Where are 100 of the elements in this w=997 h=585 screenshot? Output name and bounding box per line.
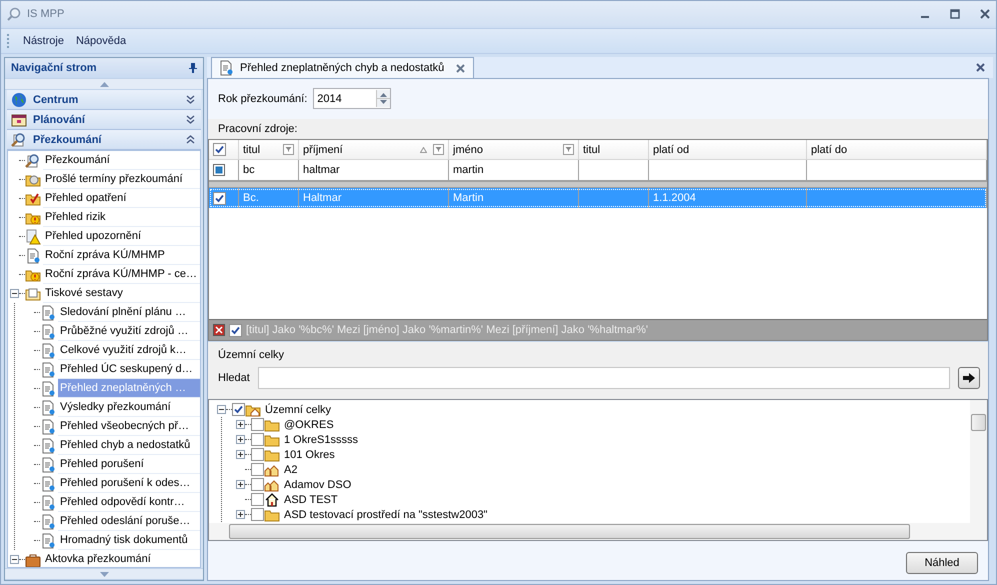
group-header[interactable]: Přezkoumání [7,130,201,150]
vertical-scrollbar[interactable] [970,400,987,523]
column-label[interactable]: platí od [653,144,690,156]
checkbox[interactable] [229,324,242,336]
tree-item[interactable]: ASD testovací prostředí na "sstestw2003" [282,508,490,520]
column-label[interactable]: příjmení [303,144,343,156]
tree-item[interactable]: 101 Okres [282,448,337,460]
filter-icon[interactable] [563,144,574,155]
document-icon [40,304,56,320]
checkbox[interactable] [213,192,226,204]
table-cell: Martin [449,188,579,208]
plus-icon[interactable] [236,435,245,444]
column-label[interactable]: jméno [453,144,483,156]
pin-icon[interactable] [189,63,197,73]
checkbox[interactable] [251,418,264,431]
tree-item[interactable]: Přezkoumání [43,151,200,170]
plus-icon[interactable] [236,420,245,429]
document-icon [25,248,41,264]
group-header[interactable]: Plánování [7,110,201,130]
tree-item[interactable]: Přehled opatření [43,189,200,208]
tree-item[interactable]: Sledování plnění plánu … [58,303,200,322]
tree-item[interactable]: Přehled porušení [58,455,200,474]
menu-item[interactable]: Nápověda [76,35,126,47]
chevron-icon[interactable] [186,115,195,124]
tree-item[interactable]: ASD TEST [282,494,340,506]
checkbox[interactable] [251,493,264,506]
tree-item[interactable]: Přehled všeobecných př… [58,417,200,436]
filter-cell[interactable]: martin [449,160,579,180]
tree-item[interactable]: Přehled porušení k odes… [58,474,200,493]
checkbox[interactable] [251,463,264,476]
column-label[interactable]: titul [243,144,260,156]
minus-icon[interactable] [217,405,226,414]
scroll-thumb[interactable] [229,524,910,539]
chevron-icon[interactable] [186,135,195,144]
horizontal-scrollbar[interactable] [209,523,970,540]
filter-row-icon [213,164,225,176]
tree-item[interactable]: Roční zpráva KÚ/MHMP [43,246,200,265]
document-icon [40,324,56,340]
plus-icon[interactable] [236,510,245,519]
tree-item[interactable]: 1 OkreS1sssss [282,434,360,446]
tree-item[interactable]: Celkové využití zdrojů k… [58,341,200,360]
tree-item[interactable]: Výsledky přezkoumání [58,398,200,417]
tree-item[interactable]: Hromadný tisk dokumentů [58,531,200,550]
group-label: Přezkoumání [33,134,103,146]
close-icon[interactable] [976,63,985,72]
column-label[interactable]: platí do [811,144,848,156]
close-icon[interactable] [980,8,990,18]
table-cell: 1.1.2004 [649,188,807,208]
close-icon[interactable] [213,324,225,336]
close-icon[interactable] [456,64,466,72]
magnifier-icon [11,132,27,148]
tree-item[interactable]: Roční zpráva KÚ/MHMP - ce… [43,265,200,284]
tree-item[interactable]: A2 [282,464,300,476]
checkbox[interactable] [251,448,264,461]
preview-button[interactable]: Náhled [906,552,978,574]
tree-item[interactable]: Přehled odeslání poruše… [58,512,200,531]
filter-cell[interactable]: haltmar [299,160,449,180]
tree-item[interactable]: Prošlé termíny přezkoumání [43,170,200,189]
go-button[interactable] [958,367,980,389]
plus-icon[interactable] [236,450,245,459]
tree-item[interactable]: Tiskové sestavy [43,284,200,303]
tree-item[interactable]: Adamov DSO [282,478,354,490]
briefcase-icon [25,552,41,567]
field-label: Rok přezkoumání: [218,92,308,104]
magnifier-icon [7,6,21,20]
table-cell: Bc. [239,188,299,208]
filter-icon[interactable] [283,144,294,155]
minus-icon[interactable] [10,289,19,298]
tree-item[interactable]: Průběžné využití zdrojů … [58,322,200,341]
table-cell: Haltmar [299,188,449,208]
checkbox[interactable] [232,403,245,416]
checkbox[interactable] [251,508,264,521]
menu-item[interactable]: Nástroje [23,35,64,47]
checkbox[interactable] [213,143,226,156]
group-label: Centrum [33,94,80,106]
group-label: Plánování [33,114,86,126]
tree-item[interactable]: @OKRES [282,418,336,430]
maximize-icon[interactable] [950,8,960,18]
tree-item[interactable]: Územní celky [263,404,334,416]
scroll-thumb[interactable] [971,414,986,431]
tab[interactable]: Přehled zneplatněných chyb a nedostatků [211,57,474,78]
checkbox[interactable] [251,478,264,491]
minus-icon[interactable] [10,555,19,564]
tree-item[interactable]: Přehled upozornění [43,227,200,246]
tree-item[interactable]: Přehled rizik [43,208,200,227]
checkbox[interactable] [251,433,264,446]
tree-item[interactable]: Přehled chyb a nedostatků [58,436,200,455]
section-label: Pracovní zdroje: [218,123,298,135]
document-icon [40,418,56,434]
year-spinbox[interactable]: 2014 [313,88,392,109]
filter-cell[interactable]: bc [239,160,299,180]
tree-item[interactable]: Přehled odpovědí kontr… [58,493,200,512]
group-header[interactable]: Centrum [7,90,201,110]
plus-icon[interactable] [236,480,245,489]
search-field[interactable] [258,367,950,389]
document-icon [40,400,56,416]
document-icon [40,456,56,472]
column-label[interactable]: titul [583,144,600,156]
chevron-icon[interactable] [186,95,195,104]
filter-icon[interactable] [433,144,444,155]
